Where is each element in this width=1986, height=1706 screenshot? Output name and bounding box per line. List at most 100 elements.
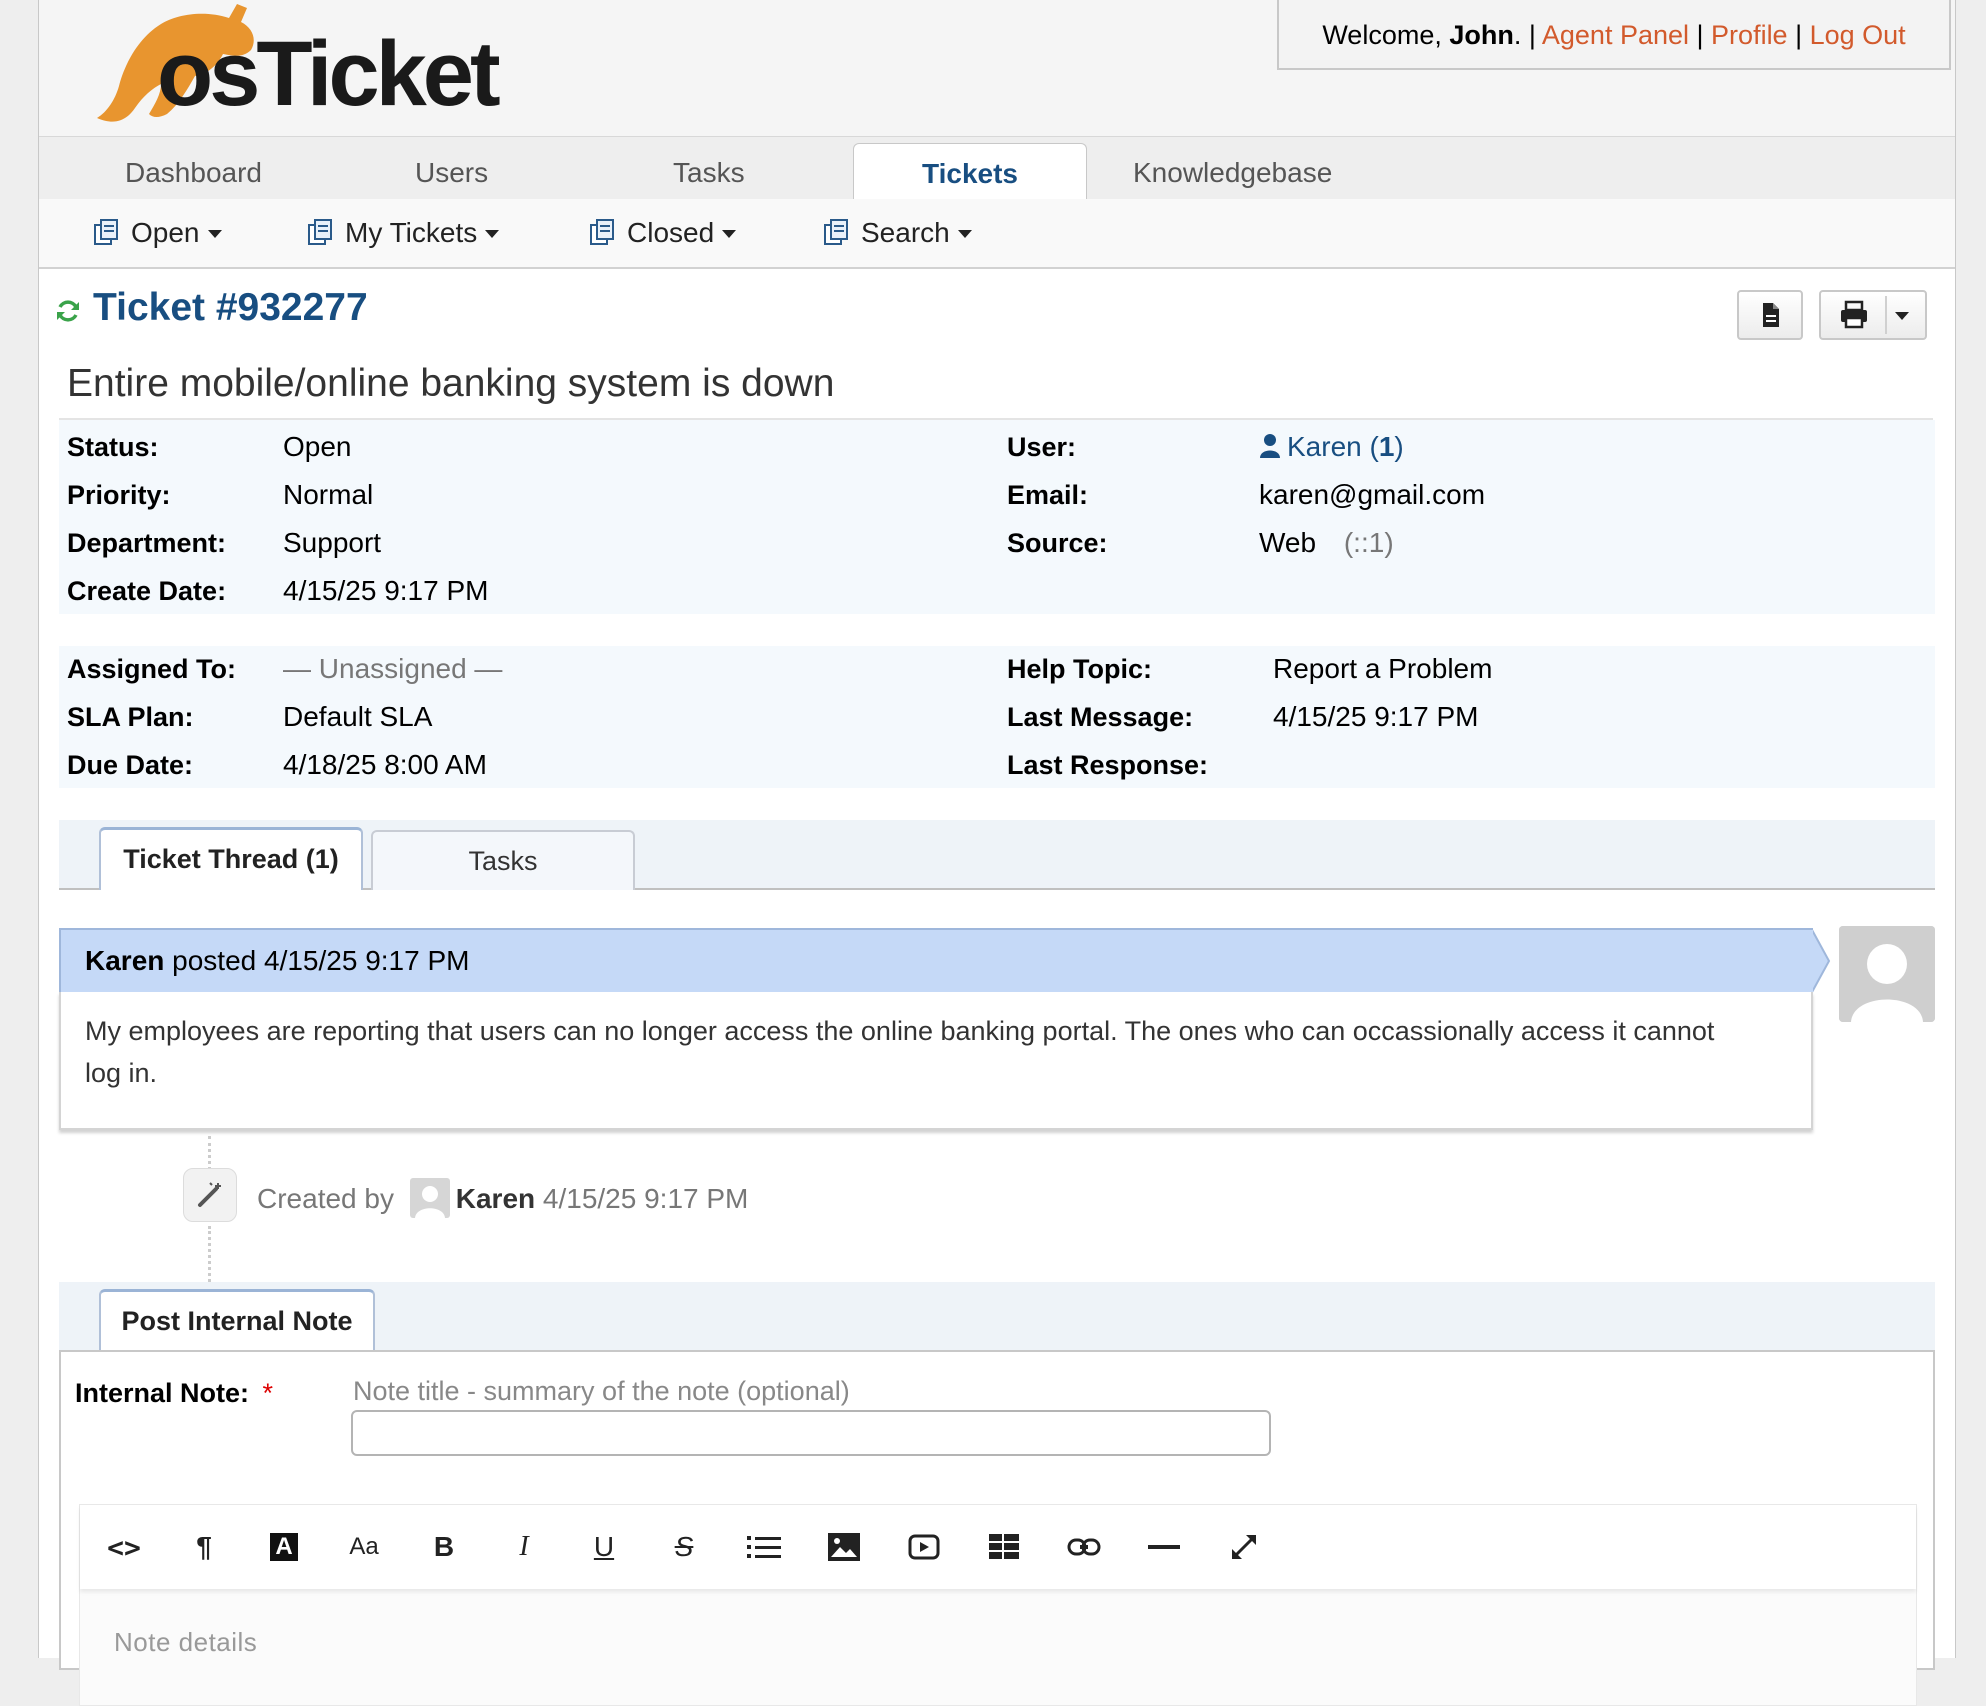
file-icon xyxy=(1763,303,1779,327)
event-time: 4/15/25 9:17 PM xyxy=(542,1183,749,1214)
thread-entry: Karen posted 4/15/25 9:17 PM My employee… xyxy=(59,928,1831,1130)
note-title-placeholder: Note title - summary of the note (option… xyxy=(353,1376,850,1406)
font-color-glyph: A xyxy=(270,1533,298,1561)
user-label: User: xyxy=(1007,432,1077,462)
event-user[interactable]: Karen xyxy=(456,1183,535,1214)
tickets-icon xyxy=(590,219,614,245)
response-tabs: Post Internal Note xyxy=(59,1282,1935,1352)
strikethrough-icon[interactable]: S xyxy=(656,1519,712,1575)
tab-post-internal-note[interactable]: Post Internal Note xyxy=(99,1289,375,1352)
user-count-paren: ) xyxy=(1394,431,1404,462)
tab-tickets[interactable]: Tickets xyxy=(853,143,1087,201)
italic-icon[interactable]: I xyxy=(496,1519,552,1575)
main-nav: Dashboard Users Tasks Tickets Knowledgeb… xyxy=(39,136,1955,201)
status-value: Open xyxy=(283,431,352,462)
last-response-label: Last Response: xyxy=(1007,750,1209,780)
department-label: Department: xyxy=(67,528,227,558)
chevron-down-icon xyxy=(722,230,737,238)
code-icon[interactable]: <> xyxy=(96,1519,152,1575)
posted-time: posted 4/15/25 9:17 PM xyxy=(164,945,470,976)
tab-knowledgebase[interactable]: Knowledgebase xyxy=(1133,137,1332,199)
thread-entry-header: Karen posted 4/15/25 9:17 PM xyxy=(59,928,1813,994)
email-label: Email: xyxy=(1007,480,1089,510)
source-value: Web (::1) xyxy=(1259,527,1394,559)
fullscreen-icon[interactable] xyxy=(1216,1519,1272,1575)
logout-link[interactable]: Log Out xyxy=(1810,20,1906,50)
source-ip: (::1) xyxy=(1343,527,1394,558)
chevron-down-icon xyxy=(207,230,222,238)
subnav-my-tickets-label: My Tickets xyxy=(345,217,478,248)
source-label: Source: xyxy=(1007,528,1108,558)
chevron-down-icon[interactable] xyxy=(1895,312,1909,320)
magic-wand-icon xyxy=(198,1182,221,1207)
subnav-open[interactable]: Open xyxy=(93,199,222,267)
print-button[interactable] xyxy=(1819,290,1927,340)
note-details-placeholder[interactable]: Note details xyxy=(114,1627,257,1658)
video-icon[interactable] xyxy=(896,1519,952,1575)
video-glyph xyxy=(908,1534,940,1560)
subnav-search[interactable]: Search xyxy=(823,199,972,267)
last-message-label: Last Message: xyxy=(1007,702,1194,732)
internal-note-form: Internal Note: * Note title - summary of… xyxy=(59,1350,1935,1706)
table-icon[interactable] xyxy=(976,1519,1032,1575)
subnav-closed[interactable]: Closed xyxy=(589,199,737,267)
event-created: Created by Karen 4/15/25 9:17 PM xyxy=(257,1178,748,1218)
welcome-text: Welcome, xyxy=(1322,20,1450,50)
help-topic-value: Report a Problem xyxy=(1273,653,1493,684)
list-glyph xyxy=(747,1536,781,1558)
user-link[interactable]: Karen (1) xyxy=(1259,431,1404,463)
font-size-icon[interactable]: Aa xyxy=(336,1519,392,1575)
page-container: osTicket Welcome, John. | Agent Panel | … xyxy=(38,0,1956,1706)
event-prefix: Created by xyxy=(257,1183,394,1214)
tab-tasks[interactable]: Tasks xyxy=(371,830,635,890)
agent-panel-link[interactable]: Agent Panel xyxy=(1542,20,1689,50)
last-message-value: 4/15/25 9:17 PM xyxy=(1273,701,1479,732)
paragraph-icon[interactable]: ¶ xyxy=(176,1519,232,1575)
create-date-label: Create Date: xyxy=(67,576,227,606)
ticket-title[interactable]: Ticket #932277 xyxy=(93,286,368,330)
timeline-connector xyxy=(208,1136,211,1170)
avatar xyxy=(1839,926,1935,1022)
sla-plan-label: SLA Plan: xyxy=(67,702,194,732)
rich-text-editor: <> ¶ A Aa B I U S Note details xyxy=(79,1504,1917,1706)
tab-tasks[interactable]: Tasks xyxy=(673,137,745,199)
ticket-info-secondary: Assigned To: — Unassigned — SLA Plan: De… xyxy=(59,646,1935,788)
user-avatar-icon xyxy=(1839,926,1935,1022)
tickets-icon xyxy=(824,219,848,245)
link-separator: | xyxy=(1689,20,1712,50)
link-icon[interactable] xyxy=(1056,1519,1112,1575)
tickets-icon xyxy=(94,219,118,245)
table-glyph xyxy=(989,1534,1019,1559)
assigned-to-value: — Unassigned — xyxy=(283,653,503,684)
thread-entry-body: My employees are reporting that users ca… xyxy=(59,992,1813,1130)
header: osTicket Welcome, John. | Agent Panel | … xyxy=(39,0,1955,136)
tab-dashboard[interactable]: Dashboard xyxy=(125,137,262,199)
source-type: Web xyxy=(1259,527,1317,558)
note-title-input[interactable] xyxy=(351,1410,1271,1456)
image-icon[interactable] xyxy=(816,1519,872,1575)
profile-link[interactable]: Profile xyxy=(1711,20,1788,50)
font-color-icon[interactable]: A xyxy=(256,1519,312,1575)
tab-ticket-thread[interactable]: Ticket Thread (1) xyxy=(99,827,363,890)
required-mark: * xyxy=(262,1378,274,1408)
user-ticket-count: 1 xyxy=(1378,431,1395,462)
bold-icon[interactable]: B xyxy=(416,1519,472,1575)
subnav-my-tickets[interactable]: My Tickets xyxy=(307,199,500,267)
tab-users[interactable]: Users xyxy=(415,137,488,199)
list-icon[interactable] xyxy=(736,1519,792,1575)
thread-tabs: Ticket Thread (1) Tasks xyxy=(59,820,1935,890)
print-icon xyxy=(1841,300,1867,329)
user-avatar-icon xyxy=(414,1186,445,1218)
export-pdf-button[interactable] xyxy=(1737,290,1803,340)
due-date-value: 4/18/25 8:00 AM xyxy=(283,749,487,780)
poster-name[interactable]: Karen xyxy=(85,945,164,976)
underline-icon[interactable]: U xyxy=(576,1519,632,1575)
refresh-icon[interactable] xyxy=(55,298,81,324)
osticket-logo[interactable]: osTicket xyxy=(57,0,501,130)
speech-arrow xyxy=(1811,928,1831,994)
internal-note-label: Internal Note: * xyxy=(75,1378,273,1409)
image-glyph xyxy=(828,1533,860,1561)
horizontal-rule-icon[interactable] xyxy=(1136,1519,1192,1575)
button-divider xyxy=(1885,296,1887,334)
hr-glyph xyxy=(1148,1545,1180,1549)
